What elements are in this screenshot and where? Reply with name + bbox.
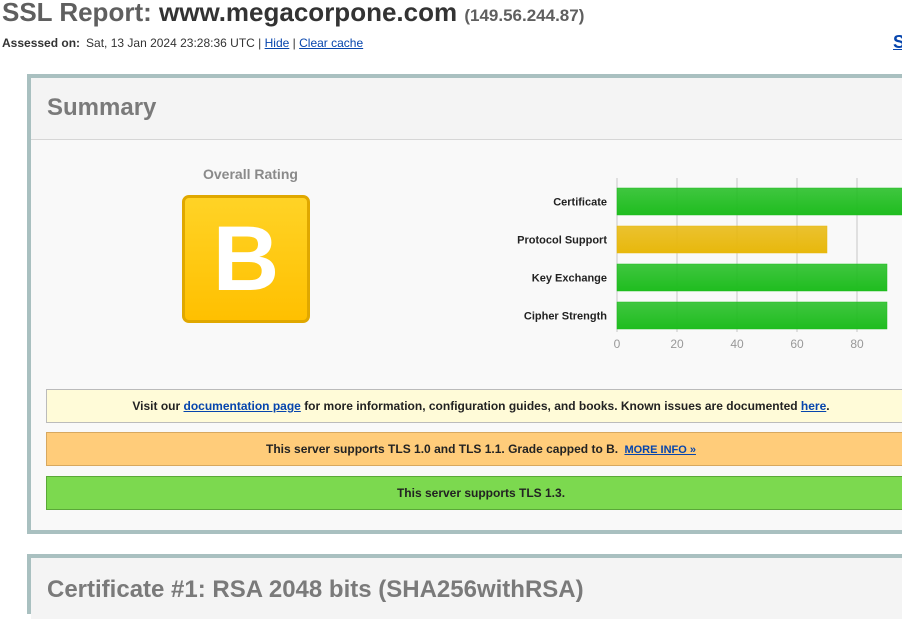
more-info-link[interactable]: MORE INFO » [624,444,696,456]
tick-label: 60 [790,337,804,351]
certificate-header: Certificate #1: RSA 2048 bits (SHA256wit… [31,558,902,619]
bar [616,263,888,292]
category-label: Certificate [553,197,607,209]
overall-rating-label: Overall Rating [203,166,298,182]
host-name: www.megacorpone.com [159,0,458,27]
assessed-label: Assessed on: [2,36,81,50]
rating-bar-chart: 020406080100CertificateProtocol SupportK… [517,178,902,351]
tls13-text: This server supports TLS 1.3. [396,486,566,500]
summary-title: Summary [47,94,157,121]
tick-label: 20 [670,337,684,351]
scan-another-link[interactable]: S [893,32,902,53]
host-ip: (149.56.244.87) [464,6,585,25]
tls-warning-text: This server supports TLS 1.0 and TLS 1.1… [266,442,619,456]
summary-header: Summary [31,78,902,140]
title-prefix: SSL Report: [2,0,152,27]
docs-text: Visit our [132,399,181,413]
summary-panel: Summary Overall Rating B 020406080100Cer… [27,74,902,534]
separator: | [258,36,262,50]
clear-cache-link[interactable]: Clear cache [299,36,363,50]
documentation-page-link[interactable]: documentation page [184,399,301,413]
grade-badge: B [182,195,310,323]
grade-letter: B [212,208,280,310]
tls13-notice: This server supports TLS 1.3. [46,476,902,510]
bar [616,301,888,330]
page-title: SSL Report: www.megacorpone.com (149.56.… [2,0,584,34]
documentation-notice: Visit our documentation page for more in… [46,389,902,423]
category-label: Protocol Support [517,235,607,247]
separator: | [292,36,296,50]
tick-label: 80 [850,337,864,351]
tick-label: 40 [730,337,744,351]
hide-link[interactable]: Hide [265,36,290,50]
bar [616,187,902,216]
known-issues-link[interactable]: here [801,399,826,413]
tick-label: 0 [614,337,621,351]
assessed-line: Assessed on: Sat, 13 Jan 2024 23:28:36 UT… [2,36,363,50]
assessed-date: Sat, 13 Jan 2024 23:28:36 UTC [86,36,255,50]
category-label: Key Exchange [532,273,607,285]
tls-warning-notice: This server supports TLS 1.0 and TLS 1.1… [46,432,902,466]
docs-text: for more information, configuration guid… [304,399,798,413]
bar [616,225,828,254]
docs-period: . [826,399,830,413]
certificate-title: Certificate #1: RSA 2048 bits (SHA256wit… [47,576,584,603]
certificate-panel: Certificate #1: RSA 2048 bits (SHA256wit… [27,554,902,619]
category-label: Cipher Strength [524,311,607,323]
